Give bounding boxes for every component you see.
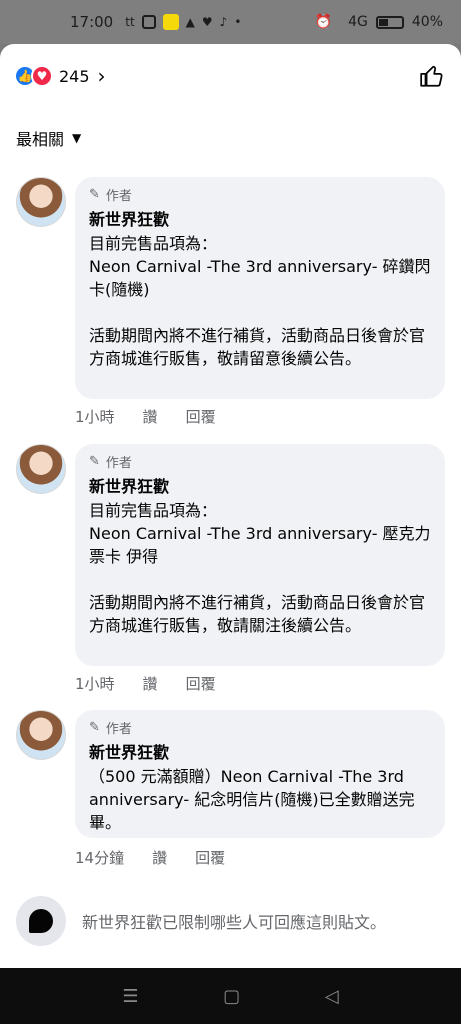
comment-actions: 1小時 讚 回覆	[75, 673, 216, 694]
app-icon: ♪	[219, 15, 228, 29]
author-badge: ✎ 作者	[89, 718, 431, 737]
love-icon: ♥	[31, 65, 53, 87]
pencil-icon: ✎	[89, 187, 100, 202]
author-badge-label: 作者	[105, 456, 132, 471]
thumbs-up-icon	[420, 65, 443, 87]
app-icon	[141, 15, 156, 29]
author-badge-label: 作者	[105, 189, 132, 204]
comment-text: （500 元滿額贈）Neon Carnival -The 3rd anniver…	[89, 767, 415, 832]
comment-text: 目前完售品項為： Neon Carnival -The 3rd annivers…	[89, 501, 431, 635]
heart-icon: ♥	[201, 15, 213, 29]
comment-actions: 14分鐘 讚 回覆	[75, 847, 225, 868]
chevron-right-icon[interactable]: ›	[98, 64, 106, 88]
restricted-notice: 新世界狂歡已限制哪些人可回應這則貼文。	[16, 896, 386, 946]
sort-dropdown[interactable]: 最相關 ▼	[16, 126, 81, 150]
reaction-count: 245	[59, 66, 90, 86]
status-time: 17:00	[70, 13, 114, 31]
author-badge: ✎ 作者	[89, 185, 431, 204]
author-badge-label: 作者	[105, 722, 132, 737]
comment-bubble-icon	[16, 896, 66, 946]
author-badge: ✎ 作者	[89, 452, 431, 471]
comment-author[interactable]: 新世界狂歡	[89, 206, 431, 230]
comment-bubble[interactable]: ✎ 作者 新世界狂歡 目前完售品項為： Neon Carnival -The 3…	[75, 444, 445, 666]
comment-time[interactable]: 14分鐘	[75, 847, 124, 868]
restricted-text: 新世界狂歡已限制哪些人可回應這則貼文。	[82, 913, 387, 932]
like-comment-button[interactable]: 讚	[143, 673, 158, 694]
system-nav-bar: ☰ ▢ ◁	[0, 968, 461, 1024]
more-notifications-icon: •	[234, 15, 242, 29]
home-icon[interactable]: ▢	[223, 986, 240, 1007]
comment-time[interactable]: 1小時	[75, 673, 115, 694]
alarm-icon: ⏰	[314, 14, 333, 30]
pencil-icon: ✎	[89, 720, 100, 735]
signal-icon: 4G	[348, 14, 368, 30]
system-status: ⏰ 4G 40%	[315, 14, 443, 30]
sort-label: 最相關	[16, 130, 65, 149]
speech-bubble-icon	[29, 909, 53, 933]
like-comment-button[interactable]: 讚	[143, 406, 158, 427]
bell-icon: ▲	[185, 15, 195, 29]
notification-icons: tt ▲ ♥ ♪ •	[125, 14, 241, 30]
reply-button[interactable]: 回覆	[195, 847, 225, 868]
reply-button[interactable]: 回覆	[186, 673, 216, 694]
comment-bubble[interactable]: ✎ 作者 新世界狂歡 目前完售品項為： Neon Carnival -The 3…	[75, 177, 445, 399]
comment-author[interactable]: 新世界狂歡	[89, 473, 431, 497]
avatar[interactable]	[16, 444, 66, 494]
back-icon[interactable]: ◁	[325, 986, 339, 1007]
like-post-button[interactable]	[417, 61, 447, 91]
battery-level: 40%	[411, 14, 443, 30]
comment-text: 目前完售品項為： Neon Carnival -The 3rd annivers…	[89, 234, 431, 368]
comment-time[interactable]: 1小時	[75, 406, 115, 427]
reactions-bar[interactable]: 👍 ♥ 245 ›	[0, 44, 461, 108]
comment-actions: 1小時 讚 回覆	[75, 406, 216, 427]
reply-button[interactable]: 回覆	[186, 406, 216, 427]
avatar[interactable]	[16, 177, 66, 227]
comment-bubble[interactable]: ✎ 作者 新世界狂歡 （500 元滿額贈）Neon Carnival -The …	[75, 710, 445, 838]
status-bar: 17:00 tt ▲ ♥ ♪ • ⏰ 4G 40%	[0, 0, 461, 44]
recent-apps-icon[interactable]: ☰	[122, 986, 138, 1007]
like-comment-button[interactable]: 讚	[152, 847, 167, 868]
comments-sheet: 👍 ♥ 245 › 最相關 ▼ ✎ 作者 新世界狂歡 目前完售品項為： Neon…	[0, 44, 461, 968]
comment-author[interactable]: 新世界狂歡	[89, 739, 431, 763]
pencil-icon: ✎	[89, 454, 100, 469]
battery-icon	[375, 15, 404, 29]
app-icon	[162, 14, 179, 30]
app-icon: tt	[125, 15, 135, 29]
chevron-down-icon: ▼	[72, 131, 82, 145]
avatar[interactable]	[16, 710, 66, 760]
